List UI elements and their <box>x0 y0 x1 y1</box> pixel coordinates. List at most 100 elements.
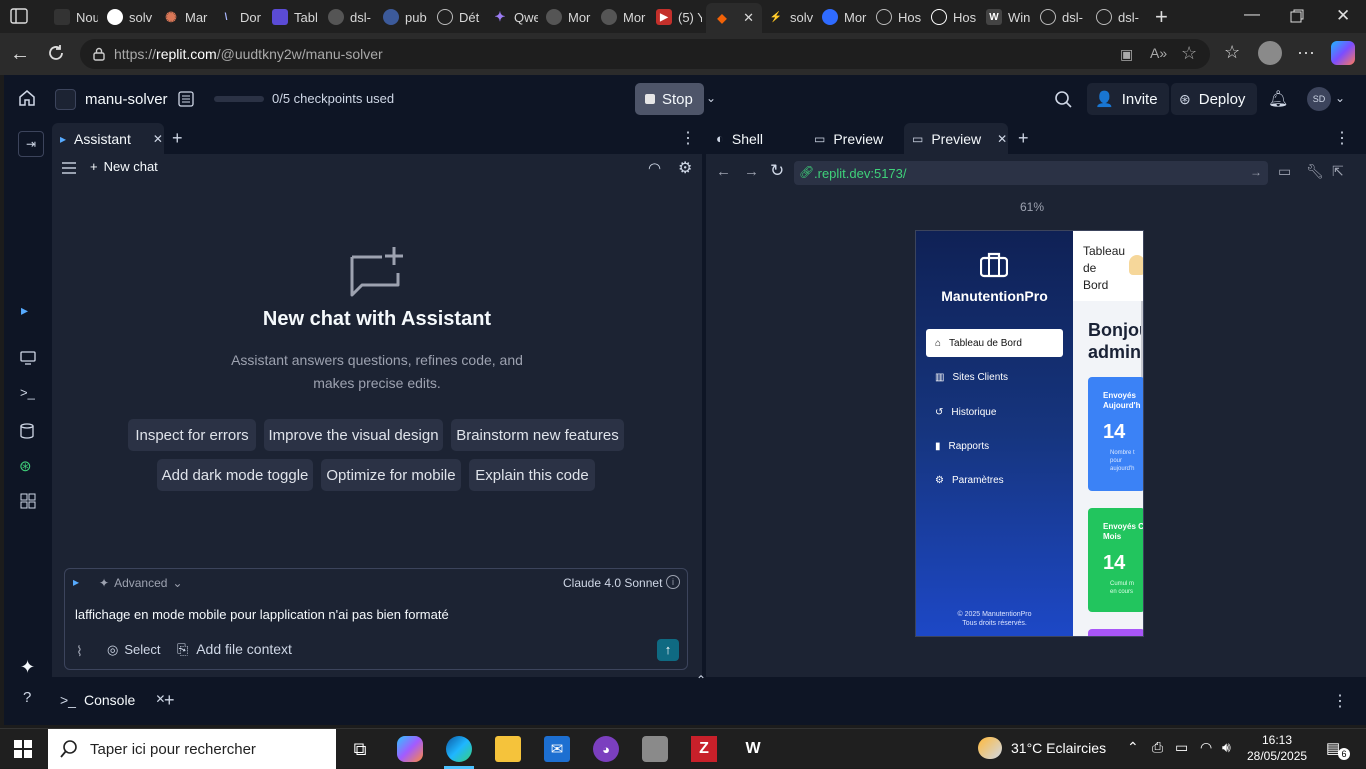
database-tool-icon[interactable] <box>20 423 34 439</box>
wamp-icon[interactable]: W <box>740 736 766 762</box>
minimize-icon[interactable]: — <box>1244 6 1260 24</box>
tray-device-icon[interactable]: ⎙ <box>1152 739 1163 756</box>
info-icon[interactable]: i <box>666 575 680 589</box>
browser-tab[interactable]: \ Dor <box>218 5 264 29</box>
clock[interactable]: 16:13 28/05/2025 <box>1247 732 1307 764</box>
weather-text[interactable]: 31°C Eclaircies <box>1011 740 1106 756</box>
tray-chevron-up-icon[interactable]: ⌃ <box>1127 739 1139 756</box>
nav-item-reports[interactable]: ▮ Rapports <box>926 432 1063 460</box>
nav-item-dashboard[interactable]: ⌂ Tableau de Bord <box>926 329 1063 357</box>
preview-url-bar[interactable]: 🔗︎ .replit.dev:5173/ → <box>794 161 1268 185</box>
model-label[interactable]: Claude 4.0 Sonnet <box>563 576 662 590</box>
back-icon[interactable]: ← <box>10 43 30 66</box>
browser-tab[interactable]: Mor <box>546 5 592 29</box>
tab-preview-active[interactable]: ▭ Preview ✕ <box>904 123 1008 154</box>
wifi-icon[interactable]: ◠ <box>1200 739 1212 756</box>
tab-actions-icon[interactable] <box>10 8 28 24</box>
browser-tab-active[interactable]: ◆ ✕ <box>706 3 762 33</box>
account-chevron-icon[interactable]: ⌄ <box>1335 91 1345 105</box>
browser-tab[interactable]: Hos <box>931 5 977 29</box>
browser-tab[interactable]: solv <box>107 5 153 29</box>
address-bar[interactable]: https://replit.com/@uudtkny2w/manu-solve… <box>80 39 1210 69</box>
nav-item-clients[interactable]: ▥ Sites Clients <box>926 363 1063 391</box>
favorite-star-icon[interactable]: ☆ <box>1181 43 1197 64</box>
add-tab-icon[interactable]: + <box>164 690 175 711</box>
settings-gear-icon[interactable]: ⚙ <box>678 158 692 178</box>
preview-reload-icon[interactable]: ↻ <box>770 161 784 181</box>
avatar[interactable] <box>1129 255 1143 275</box>
suggestion-chip[interactable]: Explain this code <box>469 459 595 491</box>
nav-item-history[interactable]: ↺ Historique <box>926 398 1063 426</box>
weather-icon[interactable] <box>978 737 1002 759</box>
run-options-chevron-icon[interactable]: ⌄ <box>706 91 716 105</box>
restore-icon[interactable] <box>1290 9 1304 23</box>
project-icon[interactable] <box>55 89 76 110</box>
suggestion-chip[interactable]: Brainstorm new features <box>451 419 624 451</box>
copilot-icon[interactable] <box>1331 41 1355 65</box>
suggestion-chip[interactable]: Add dark mode toggle <box>157 459 313 491</box>
browser-tab[interactable]: dsl- <box>328 5 374 29</box>
deployments-tool-icon[interactable]: ⊛ <box>19 457 32 475</box>
tab-preview[interactable]: ▭ Preview <box>806 123 904 154</box>
send-arrow-icon[interactable]: ↑ <box>657 639 679 661</box>
database-app-icon[interactable] <box>642 736 668 762</box>
suggestion-chip[interactable]: Improve the visual design <box>264 419 443 451</box>
deploy-button[interactable]: ⊛ Deploy <box>1171 83 1257 115</box>
preview-forward-icon[interactable]: → <box>744 163 759 180</box>
close-tab-icon[interactable]: ✕ <box>153 132 163 146</box>
stop-button[interactable]: Stop <box>635 83 704 115</box>
mail-icon[interactable]: ✉ <box>544 736 570 762</box>
add-tab-icon[interactable]: + <box>172 128 183 149</box>
filezilla-icon[interactable]: Z <box>691 736 717 762</box>
attach-paperclip-icon[interactable]: ⌇ <box>76 643 83 660</box>
read-aloud-icon[interactable]: A» <box>1150 45 1167 61</box>
suggestion-chip[interactable]: Inspect for errors <box>128 419 256 451</box>
tab-shell[interactable]: ◐ Shell <box>706 123 804 154</box>
browser-tab[interactable]: Dét <box>437 5 483 29</box>
new-chat-button[interactable]: + New chat <box>90 159 158 174</box>
all-tools-icon[interactable] <box>20 493 36 509</box>
scrollbar[interactable] <box>1141 301 1143 377</box>
profile-avatar[interactable] <box>1258 41 1282 65</box>
chat-history-icon[interactable] <box>62 162 76 174</box>
panel-menu-icon[interactable]: ⋮ <box>1334 128 1350 148</box>
more-options-icon[interactable]: ··· <box>1297 42 1315 63</box>
new-tab-icon[interactable]: + <box>1155 4 1168 30</box>
preview-tool-icon[interactable] <box>20 351 36 365</box>
open-new-tab-icon[interactable]: ⇱ <box>1332 163 1344 180</box>
search-icon[interactable] <box>1054 90 1072 108</box>
chat-input[interactable]: laffichage en mode mobile pour lapplicat… <box>75 607 675 622</box>
home-icon[interactable] <box>18 89 36 107</box>
browser-tab[interactable]: Mor <box>601 5 647 29</box>
add-tab-icon[interactable]: + <box>1018 128 1029 149</box>
usage-gauge-icon[interactable]: ◠ <box>648 159 661 177</box>
close-window-icon[interactable]: ✕ <box>1336 6 1350 26</box>
mode-dropdown[interactable]: ✦ Advanced ⌄ <box>99 576 183 590</box>
taskbar-search-box[interactable]: Taper ici pour rechercher <box>48 729 336 769</box>
windows-start-icon[interactable] <box>14 740 32 758</box>
close-tab-icon[interactable]: ✕ <box>743 10 754 26</box>
shell-tool-icon[interactable]: >_ <box>20 385 35 400</box>
nav-item-settings[interactable]: ⚙ Paramètres <box>926 466 1063 494</box>
reload-icon[interactable] <box>46 43 66 63</box>
select-element-button[interactable]: ◎ Select <box>107 642 160 658</box>
browser-tab[interactable]: Mor <box>822 5 868 29</box>
browser-tab[interactable]: dsl- <box>1096 5 1146 29</box>
browser-tab[interactable]: pub <box>383 5 429 29</box>
notifications-bell-icon[interactable]: 🔔︎ <box>1268 89 1288 109</box>
tab-console[interactable]: >_ Console ✕ <box>60 692 165 708</box>
assistant-tool-icon[interactable]: ▸ <box>21 302 28 319</box>
volume-icon[interactable]: 🔊︎ <box>1222 739 1231 756</box>
site-info-icon[interactable] <box>92 47 106 61</box>
preview-back-icon[interactable]: ← <box>716 163 731 180</box>
devtools-wrench-icon[interactable]: 🔧︎ <box>1306 163 1324 180</box>
browser-tab[interactable]: Hos <box>876 5 922 29</box>
browser-tab[interactable]: ✺ Mar <box>163 5 209 29</box>
favorites-icon[interactable]: ☆ <box>1224 42 1240 63</box>
copilot-icon[interactable] <box>397 736 423 762</box>
split-screen-icon[interactable]: ▣ <box>1120 46 1133 63</box>
toggle-sidebar-icon[interactable]: ⇥ <box>18 131 44 157</box>
user-avatar[interactable]: SD <box>1307 87 1331 111</box>
github-desktop-icon[interactable]: ◕ <box>593 736 619 762</box>
battery-icon[interactable]: ▭ <box>1175 739 1188 756</box>
